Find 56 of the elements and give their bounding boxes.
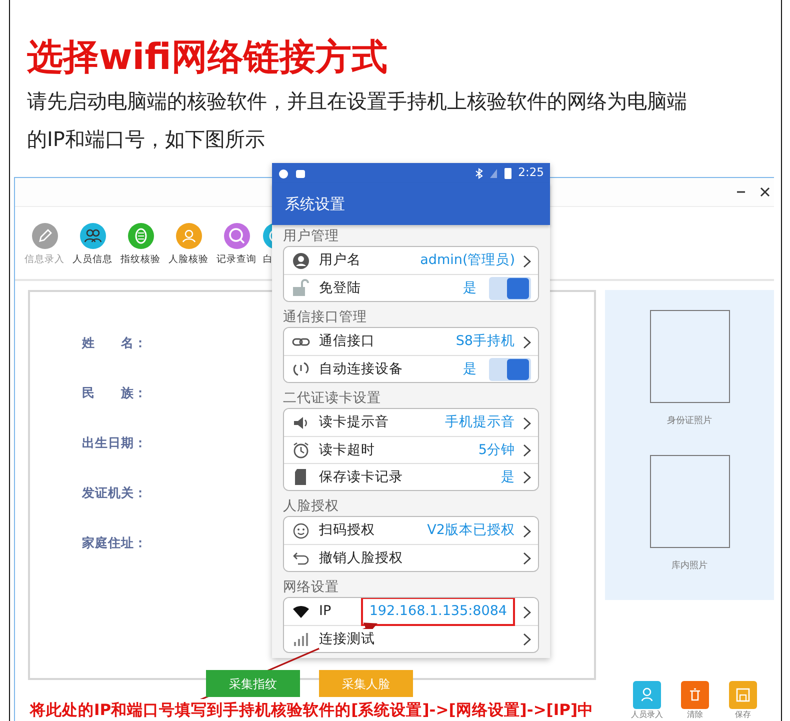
toolbar-item[interactable]: 指纹核验 (119, 223, 162, 268)
field-label: 家庭住址： (82, 534, 147, 552)
field-label: 发证机关： (82, 484, 147, 502)
section-header: 通信接口管理 (282, 308, 368, 327)
chevron-icon (523, 633, 531, 646)
field-label: 姓 名： (82, 334, 147, 352)
page-heading: 选择wifi网络链接方式 (26, 36, 388, 76)
photo-caption: 身份证照片 (667, 414, 712, 428)
section-header: 人脸授权 (282, 497, 340, 516)
chevron-icon (523, 416, 531, 430)
chevron-icon (523, 524, 531, 538)
setting-value: V2版本已授权 (427, 521, 515, 540)
section-header: 网络设置 (282, 578, 340, 597)
settings-row[interactable]: 自动连接设备 是 (284, 355, 538, 382)
lock-icon (292, 279, 310, 297)
toolbar-item[interactable]: 人员信息 (71, 223, 114, 268)
toolbar-item[interactable]: 人脸核验 (167, 223, 210, 268)
setting-value: 手机提示音 (445, 413, 515, 432)
settings-row[interactable]: IP 192.168.1.135:8084 (284, 598, 538, 625)
action-button[interactable]: 人员录入 (631, 681, 663, 720)
action-button[interactable]: 清除 (681, 681, 709, 720)
field-label: 出生日期： (82, 434, 147, 452)
bluetooth-icon (475, 168, 484, 178)
setting-value: 是 (463, 360, 477, 379)
setting-value: S8手持机 (456, 332, 515, 352)
user-icon (292, 252, 310, 270)
close-icon (760, 187, 770, 197)
settings-row[interactable]: 保存读卡记录 是 (284, 463, 538, 490)
intro-text: 请先启动电脑端的核验软件，并且在设置手持机上核验软件的网络为电脑端的IP和端口号，如下图所示 (26, 88, 688, 153)
chevron-icon (523, 552, 531, 566)
section-header: 用户管理 (282, 227, 340, 246)
signal-icon (489, 168, 498, 178)
chevron-icon (523, 336, 531, 349)
chevron-icon (523, 471, 531, 484)
field-label: 民 族： (82, 384, 147, 402)
chevron-icon (523, 606, 531, 619)
alarm-icon (292, 441, 310, 459)
toolbar-item[interactable]: 记录查询 (215, 223, 258, 268)
chevron-icon (523, 444, 531, 458)
action-button[interactable]: 保存 (729, 681, 757, 720)
status-time: 2:25 (518, 164, 544, 182)
settings-row[interactable]: 撤销人脸授权 (284, 544, 538, 571)
setting-value: admin(管理员) (420, 251, 515, 270)
toggle-switch[interactable] (489, 358, 531, 380)
battery-icon (504, 167, 512, 179)
sync-icon (292, 360, 310, 378)
chevron-icon (523, 254, 531, 268)
toggle-switch[interactable] (489, 276, 531, 300)
section-header: 二代证读卡设置 (282, 389, 382, 408)
setting-value: 是 (501, 468, 515, 487)
smiley-icon (292, 522, 310, 540)
setting-value: 是 (463, 278, 477, 298)
setting-value: 5分钟 (478, 440, 515, 460)
settings-row[interactable]: 免登陆 是 (284, 274, 538, 301)
photo-caption: 库内照片 (672, 560, 708, 572)
screen-title: 系统设置 (285, 194, 345, 215)
